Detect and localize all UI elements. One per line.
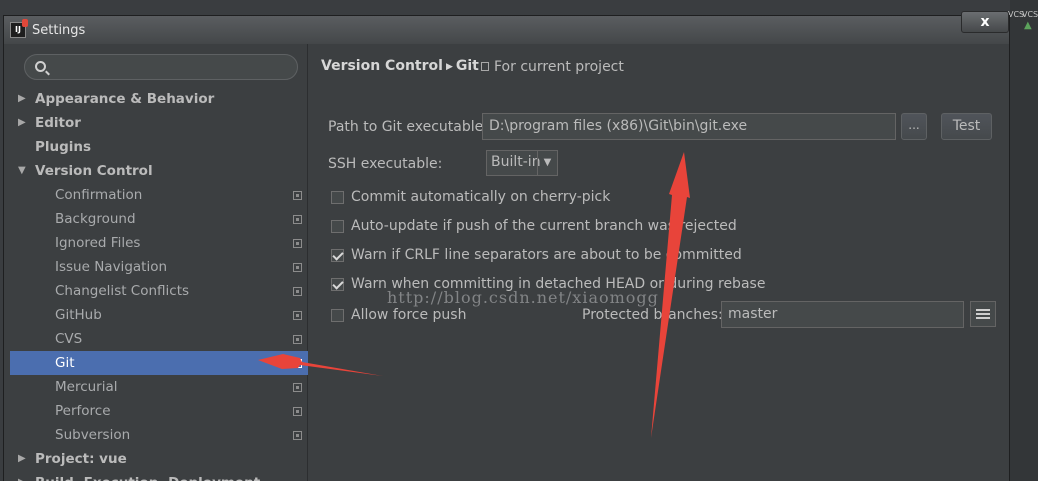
sidebar-item-label: Build, Execution, Deployment bbox=[35, 471, 260, 481]
search-input[interactable] bbox=[53, 57, 293, 77]
scope-label: For current project bbox=[494, 59, 624, 75]
sidebar-item-subversion[interactable]: Subversion bbox=[10, 423, 308, 447]
sidebar-item-version-control[interactable]: ▼ Version Control bbox=[10, 159, 308, 183]
sidebar-item-label: Subversion bbox=[55, 427, 131, 443]
sidebar-item-plugins[interactable]: Plugins bbox=[10, 135, 308, 159]
protected-branches-field[interactable]: master bbox=[721, 301, 964, 328]
git-path-label: Path to Git executable: bbox=[328, 119, 488, 135]
ide-right-toolbar: VCS VCS ▲ bbox=[1008, 0, 1038, 481]
project-scope-icon bbox=[293, 215, 302, 224]
expand-down-icon[interactable]: ▼ bbox=[18, 159, 26, 183]
sidebar-item-editor[interactable]: ▶ Editor bbox=[10, 111, 308, 135]
dropdown-arrow-icon: ▼ bbox=[537, 151, 557, 175]
sidebar-item-label: Project: vue bbox=[35, 451, 127, 467]
project-scope-icon bbox=[293, 359, 302, 368]
vcs-commit-label[interactable]: VCS bbox=[1022, 10, 1038, 19]
project-scope-icon bbox=[293, 431, 302, 440]
window-title: Settings bbox=[32, 23, 86, 38]
sidebar-item-confirmation[interactable]: Confirmation bbox=[10, 183, 308, 207]
test-button[interactable]: Test bbox=[941, 113, 992, 140]
project-scope-icon bbox=[293, 287, 302, 296]
expand-right-icon[interactable]: ▶ bbox=[18, 447, 26, 471]
browse-button[interactable]: ... bbox=[901, 113, 927, 140]
settings-search[interactable] bbox=[24, 54, 298, 80]
breadcrumb-separator-icon: ▶ bbox=[445, 62, 453, 72]
project-scope-icon bbox=[293, 335, 302, 344]
project-scope-icon bbox=[481, 62, 489, 71]
settings-dialog: IJ Settings x ▶ Appearance & Behavior ▶ Edi… bbox=[3, 11, 1010, 481]
breadcrumb: Version Control ▶ Git bbox=[321, 58, 479, 74]
sidebar-item-label: Ignored Files bbox=[55, 235, 141, 251]
sidebar-item-label: Version Control bbox=[35, 163, 153, 179]
sidebar-item-label: Mercurial bbox=[55, 379, 118, 395]
sidebar-item-label: CVS bbox=[55, 331, 83, 347]
sidebar-item-label: GitHub bbox=[55, 307, 102, 323]
cherry-pick-label: Commit automatically on cherry-pick bbox=[351, 189, 611, 205]
cherry-pick-checkbox[interactable] bbox=[331, 191, 344, 204]
project-scope-icon bbox=[293, 239, 302, 248]
auto-update-label: Auto-update if push of the current branc… bbox=[351, 218, 737, 234]
sidebar-item-perforce[interactable]: Perforce bbox=[10, 399, 308, 423]
expand-right-icon[interactable]: ▶ bbox=[18, 111, 26, 135]
project-scope-icon bbox=[293, 311, 302, 320]
scope-indicator: For current project bbox=[481, 59, 624, 75]
sidebar-item-ignored-files[interactable]: Ignored Files bbox=[10, 231, 308, 255]
git-settings-panel: Version Control ▶ Git For current project … bbox=[309, 44, 1009, 481]
protected-branches-list-button[interactable] bbox=[970, 301, 996, 327]
search-icon bbox=[35, 61, 46, 72]
protected-branches-label: Protected branches: bbox=[582, 307, 723, 323]
title-bar: IJ Settings x bbox=[4, 11, 1009, 44]
sidebar-item-label: Plugins bbox=[35, 139, 92, 155]
sidebar-item-background[interactable]: Background bbox=[10, 207, 308, 231]
close-button[interactable]: x bbox=[961, 11, 1009, 33]
sidebar-item-project-vue[interactable]: ▶ Project: vue bbox=[10, 447, 308, 471]
project-scope-icon bbox=[293, 383, 302, 392]
sidebar-item-issue-navigation[interactable]: Issue Navigation bbox=[10, 255, 308, 279]
sidebar-item-label: Editor bbox=[35, 115, 81, 131]
sidebar-item-label: Confirmation bbox=[55, 187, 143, 203]
project-scope-icon bbox=[293, 263, 302, 272]
warn-crlf-checkbox[interactable] bbox=[331, 249, 344, 262]
project-scope-icon bbox=[293, 407, 302, 416]
sidebar-item-label: Git bbox=[55, 355, 75, 371]
sidebar-item-git[interactable]: Git bbox=[10, 351, 308, 375]
project-scope-icon bbox=[293, 191, 302, 200]
warn-detached-checkbox[interactable] bbox=[331, 278, 344, 291]
sidebar-item-label: Perforce bbox=[55, 403, 111, 419]
sidebar-item-label: Changelist Conflicts bbox=[55, 283, 190, 299]
warn-crlf-label: Warn if CRLF line separators are about t… bbox=[351, 247, 742, 263]
sidebar-item-appearance-behavior[interactable]: ▶ Appearance & Behavior bbox=[10, 87, 308, 111]
sidebar-item-build-execution-deployment[interactable]: ▶ Build, Execution, Deployment bbox=[10, 471, 308, 481]
sidebar-item-cvs[interactable]: CVS bbox=[10, 327, 308, 351]
sidebar-item-label: Appearance & Behavior bbox=[35, 91, 215, 107]
ssh-select-value: Built-in bbox=[491, 154, 541, 170]
sidebar-item-github[interactable]: GitHub bbox=[10, 303, 308, 327]
ssh-select[interactable]: Built-in ▼ bbox=[486, 150, 558, 176]
expand-right-icon[interactable]: ▶ bbox=[18, 471, 26, 481]
list-editor-icon bbox=[976, 309, 990, 319]
auto-update-checkbox[interactable] bbox=[331, 220, 344, 233]
vcs-commit-icon: ▲ bbox=[1024, 20, 1032, 31]
sidebar-item-mercurial[interactable]: Mercurial bbox=[10, 375, 308, 399]
git-path-field[interactable]: D:\program files (x86)\Git\bin\git.exe bbox=[482, 113, 896, 140]
breadcrumb-parent[interactable]: Version Control bbox=[321, 58, 443, 74]
close-icon: x bbox=[980, 14, 990, 30]
sidebar-item-changelist-conflicts[interactable]: Changelist Conflicts bbox=[10, 279, 308, 303]
breadcrumb-current: Git bbox=[455, 58, 479, 74]
force-push-checkbox[interactable] bbox=[331, 309, 344, 322]
watermark: http://blog.csdn.net/xiaomogg bbox=[387, 288, 659, 307]
expand-right-icon[interactable]: ▶ bbox=[18, 87, 26, 111]
ssh-label: SSH executable: bbox=[328, 156, 443, 172]
sidebar-item-label: Issue Navigation bbox=[55, 259, 168, 275]
force-push-label: Allow force push bbox=[351, 307, 467, 323]
app-logo-icon: IJ bbox=[10, 19, 28, 38]
settings-sidebar: ▶ Appearance & Behavior ▶ Editor Plugins ▼ Ver… bbox=[10, 44, 308, 481]
sidebar-item-label: Background bbox=[55, 211, 136, 227]
